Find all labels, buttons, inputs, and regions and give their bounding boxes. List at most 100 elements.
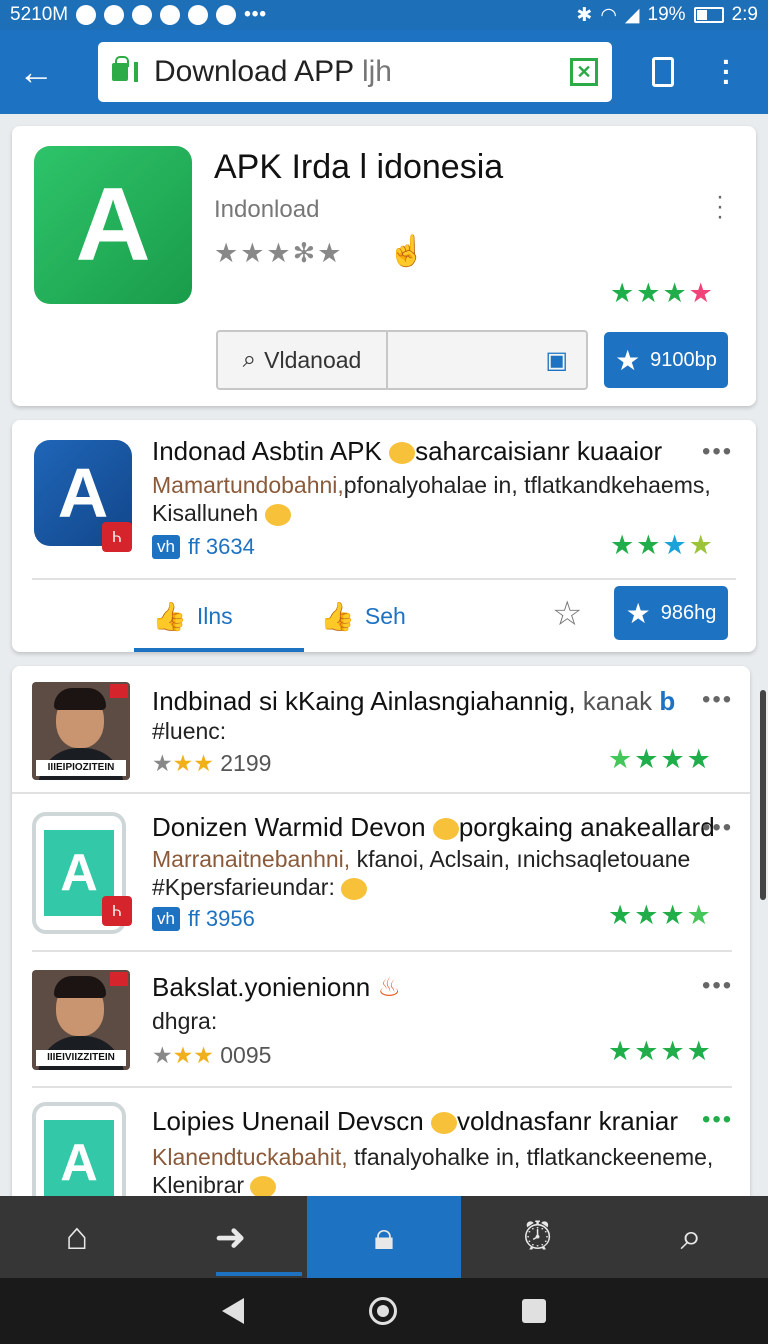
home-button-icon[interactable] bbox=[368, 1297, 397, 1325]
notification-icon bbox=[76, 5, 97, 25]
featured-title[interactable]: Indonad Asbtin APK saharcaisianr kuaaior bbox=[152, 436, 662, 467]
url-text: Download APP ljh bbox=[154, 55, 392, 88]
app-icon: A bbox=[34, 146, 192, 304]
list-item-description-2: Klenibrar bbox=[152, 1172, 277, 1199]
address-bar[interactable]: Download APP ljh ✕ bbox=[98, 42, 612, 102]
rating-stars: ★★★★ bbox=[608, 1036, 713, 1066]
list-item-description: Klanendtuckabahit, tfanalyohalke in, tfl… bbox=[152, 1144, 714, 1170]
featured-tag: vh ff 3634 bbox=[152, 534, 255, 560]
more-vert-icon[interactable]: · · · bbox=[722, 48, 731, 96]
list-item-description: Marranaitnebanhni, kfanoi, Aclsain, ınic… bbox=[152, 846, 691, 872]
scrollbar[interactable] bbox=[760, 690, 766, 900]
status-bar: 5210M ••• ✱ ◠ ◢ 19% 2:9 bbox=[0, 0, 768, 30]
more-horiz-icon[interactable]: ••• bbox=[702, 972, 733, 1000]
list-item-rating: ★★★ 0095 bbox=[152, 1042, 272, 1068]
list-item-title: Donizen Warmid Devon porgkaing anakealla… bbox=[152, 812, 715, 842]
rating-stars: ★★★★ bbox=[608, 900, 713, 930]
lock-icon bbox=[112, 56, 129, 81]
like-action[interactable]: 👍 Ilns bbox=[152, 600, 233, 633]
emoji-icon bbox=[341, 877, 368, 900]
notification-icon bbox=[188, 5, 209, 25]
battery-icon bbox=[693, 7, 724, 23]
more-notifications-icon: ••• bbox=[244, 4, 268, 25]
list-item-tag: vh ff 3956 bbox=[152, 906, 255, 932]
clipboard-icon[interactable] bbox=[652, 57, 674, 87]
status-time-right: 2:9 bbox=[731, 4, 758, 25]
list-item-title: Loipies Unenail Devscn voldnasfanr krani… bbox=[152, 1106, 679, 1136]
more-horiz-icon[interactable]: ••• bbox=[702, 438, 733, 466]
rating-stars: ★★★★ bbox=[610, 530, 715, 560]
arrow-left-icon[interactable]: ← bbox=[18, 51, 74, 93]
more-horiz-icon[interactable]: ••• bbox=[702, 814, 733, 842]
install-button-label: 9100bp bbox=[650, 348, 717, 371]
lock-icon[interactable]: 🔒︎ bbox=[307, 1196, 461, 1278]
star-icon: ★ bbox=[615, 344, 641, 376]
share-action[interactable]: 👍 Seh bbox=[320, 600, 406, 633]
back-icon[interactable] bbox=[222, 1298, 245, 1324]
search-icon[interactable]: ⌕ bbox=[614, 1196, 768, 1278]
bottom-navigation: ⌂ ➜ 🔒︎ ⏰︎ ⌕ bbox=[0, 1196, 768, 1278]
emoji-icon bbox=[389, 442, 416, 465]
thumbs-up-icon: 👍 bbox=[152, 601, 187, 632]
share-hand-icon[interactable]: ☝ bbox=[388, 234, 425, 269]
secure-indicator bbox=[134, 62, 138, 82]
list-item-description-2: #Kpersfarieundar: bbox=[152, 874, 368, 901]
forward-arrow-icon[interactable]: ➜ bbox=[154, 1196, 308, 1278]
app-badge-icon: Ꮒ bbox=[102, 522, 132, 552]
emoji-icon bbox=[250, 1175, 277, 1198]
rating-stars-colored: ★★★★ bbox=[610, 278, 715, 308]
list-item-subtitle: #luenc: bbox=[152, 718, 227, 744]
list-item[interactable]: IIIEIPIOZITEIN Indbinad si kKaing Ainlas… bbox=[12, 666, 750, 792]
bluetooth-icon: ✱ bbox=[576, 4, 593, 26]
notification-icon bbox=[216, 5, 237, 25]
emoji-icon bbox=[264, 503, 291, 526]
app-badge-icon: Ꮒ bbox=[102, 896, 132, 926]
featured-description: Mamartundobahni,pfonalyohalae in, tflatk… bbox=[152, 472, 711, 498]
inbox-icon: ▣ bbox=[545, 346, 568, 374]
notification-icon bbox=[160, 5, 181, 25]
install-button[interactable]: ★ 9100bp bbox=[604, 332, 728, 388]
app-list: IIIEIPIOZITEIN Indbinad si kKaing Ainlas… bbox=[12, 666, 750, 1226]
list-item-title: Indbinad si kKaing Ainlasngiahannig, kan… bbox=[152, 686, 676, 716]
nav-indicator bbox=[216, 1272, 302, 1276]
status-time-left: 5210M bbox=[10, 4, 69, 25]
rating-stars: ★★★✻★ bbox=[214, 238, 344, 268]
list-item[interactable]: IIIEIVIIZZITEIN Bakslat.yonienionn ♨ dhg… bbox=[12, 952, 750, 1086]
more-vert-icon[interactable]: · · · bbox=[716, 185, 726, 229]
install-button[interactable]: ★ 986hg bbox=[614, 586, 728, 640]
download-search-label: Vldanoad bbox=[264, 346, 362, 373]
featured-description-2: Kisalluneh bbox=[152, 500, 291, 527]
system-navigation bbox=[0, 1278, 768, 1344]
battery-percent: 19% bbox=[647, 4, 686, 25]
alarm-icon[interactable]: ⏰︎ bbox=[461, 1196, 615, 1278]
notification-icon bbox=[132, 5, 153, 25]
list-item-title: Bakslat.yonienionn ♨ bbox=[152, 972, 401, 1002]
avatar: IIIEIVIIZZITEIN bbox=[32, 970, 130, 1070]
bookmark-icon[interactable]: ✕ bbox=[570, 58, 598, 86]
download-search-field[interactable]: ⌕ Vldanoad ▣ bbox=[216, 330, 588, 390]
avatar: IIIEIPIOZITEIN bbox=[32, 682, 130, 780]
app-subtitle: Indonload bbox=[214, 196, 320, 223]
notification-icon bbox=[104, 5, 125, 25]
app-title: APK Irda l idonesia bbox=[214, 148, 504, 186]
search-icon: ⌕ bbox=[242, 346, 257, 373]
thumbs-up-icon: 👍 bbox=[320, 601, 355, 632]
recents-icon[interactable] bbox=[521, 1299, 546, 1323]
app-header-card: A APK Irda l idonesia Indonload · · · ★★★✻… bbox=[12, 126, 756, 406]
star-outline-icon[interactable]: ☆ bbox=[552, 594, 582, 634]
signal-icon: ◢ bbox=[624, 4, 640, 26]
divider bbox=[32, 578, 736, 580]
rating-stars: ★★★★ bbox=[608, 744, 713, 774]
more-horiz-icon[interactable]: ••• bbox=[702, 686, 733, 714]
emoji-icon bbox=[432, 818, 459, 841]
browser-toolbar: ← Download APP ljh ✕ · · · bbox=[0, 30, 768, 114]
list-item-rating: ★★★ 2199 bbox=[152, 750, 272, 776]
fire-icon: ♨ bbox=[377, 972, 401, 1002]
featured-app-card: A Ꮒ Indonad Asbtin APK saharcaisianr kua… bbox=[12, 420, 756, 652]
wifi-icon: ◠ bbox=[600, 4, 617, 26]
list-item[interactable]: A Ꮒ Donizen Warmid Devon porgkaing anake… bbox=[12, 794, 750, 948]
emoji-icon bbox=[430, 1112, 457, 1135]
home-icon[interactable]: ⌂ bbox=[0, 1196, 154, 1278]
more-horiz-icon[interactable]: ••• bbox=[702, 1106, 733, 1134]
active-tab-indicator bbox=[134, 648, 304, 652]
